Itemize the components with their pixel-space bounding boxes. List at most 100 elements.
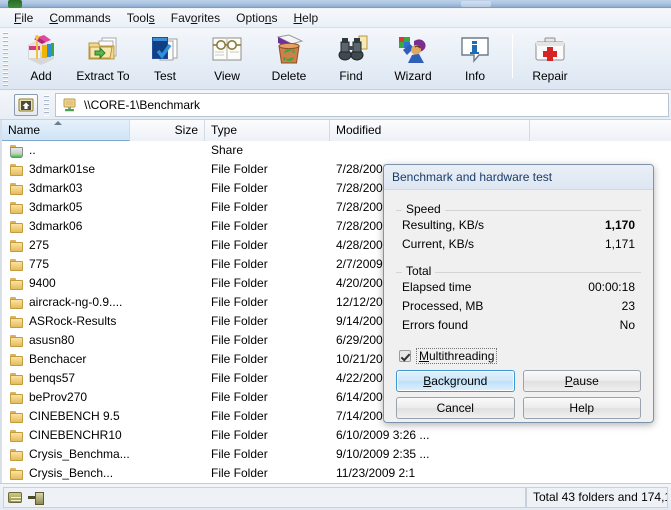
cell-type: File Folder [211, 409, 268, 423]
menu-item-file[interactable]: File [6, 9, 41, 27]
window-title-bar [0, 0, 671, 8]
toolbar-button-label: Repair [532, 69, 568, 83]
stat-value: No [619, 318, 635, 332]
cell-type: File Folder [211, 428, 268, 442]
address-path-text: \\CORE-1\Benchmark [84, 98, 201, 112]
file-name-text: beProv270 [29, 390, 88, 404]
winrar-window: File Commands Tools Favorites Options Help Ad… [0, 0, 671, 510]
dialog-groups: Speed Resulting, KB/s 1,170 Current, KB/s 1,… [396, 202, 641, 339]
folder-icon [10, 182, 24, 195]
folder-icon [10, 410, 24, 423]
add-archive-icon [24, 33, 58, 67]
folder-icon [10, 258, 24, 271]
file-row[interactable]: .. Share [2, 141, 671, 160]
file-name-text: 3dmark03 [29, 181, 83, 195]
file-row[interactable]: Crysis_Benchma... File Folder 9/10/2009 2:… [2, 445, 671, 464]
cell-size [130, 293, 205, 312]
file-name-text: aircrack-ng-0.9.... [29, 295, 123, 309]
toolbar-extract-to-button[interactable]: Extract To [72, 30, 134, 88]
up-one-level-button[interactable] [14, 94, 38, 116]
cell-name: ASRock-Results [2, 312, 130, 331]
cell-name: CINEBENCH 9.5 [2, 407, 130, 426]
cell-name: Crysis_Bench... [2, 464, 130, 482]
menu-item-help[interactable]: Help [285, 9, 326, 27]
stat-label: Resulting, KB/s [402, 218, 485, 232]
cell-size [130, 369, 205, 388]
column-header-modified[interactable]: Modified [330, 120, 530, 141]
test-icon [148, 33, 182, 67]
cell-name: Benchacer [2, 350, 130, 369]
cell-size [130, 179, 205, 198]
column-header-size[interactable]: Size [130, 120, 205, 141]
toolbar-find-button[interactable]: Find [320, 30, 382, 88]
toolbar-test-button[interactable]: Test [134, 30, 196, 88]
help-button[interactable]: Help [522, 397, 641, 419]
address-grip[interactable] [44, 95, 49, 116]
pause-button[interactable]: Pause [522, 370, 641, 392]
wizard-icon [396, 33, 430, 67]
cancel-button[interactable]: Cancel [396, 397, 515, 419]
toolbar-button-label: Wizard [394, 69, 432, 83]
folder-icon [10, 296, 24, 309]
menu-item-favorites[interactable]: Favorites [163, 9, 228, 27]
toolbar-button-label: Info [464, 69, 485, 83]
folder-icon [10, 239, 24, 252]
column-header-type[interactable]: Type [205, 120, 330, 141]
menu-item-tools[interactable]: Tools [119, 9, 163, 27]
cell-name: aircrack-ng-0.9.... [2, 293, 130, 312]
file-name-text: asusn80 [29, 333, 75, 347]
cell-size [130, 464, 205, 482]
cell-type: File Folder [211, 238, 268, 252]
cell-type: File Folder [211, 257, 268, 271]
stat-label: Elapsed time [402, 280, 472, 294]
toolbar-add-button[interactable]: Add [10, 30, 72, 88]
stat-label: Current, KB/s [402, 237, 475, 251]
file-row[interactable]: CINEBENCHR10 File Folder 6/10/2009 3:26 ..… [2, 426, 671, 445]
cell-modified [330, 141, 530, 160]
cell-name: 775 [2, 255, 130, 274]
cell-type: File Folder [211, 314, 268, 328]
cell-name: 3dmark05 [2, 198, 130, 217]
folder-icon [10, 201, 24, 214]
folder-icon [10, 391, 24, 404]
multithreading-row[interactable]: Multithreading [399, 348, 641, 364]
dialog-title: Benchmark and hardware test [384, 165, 653, 190]
cell-name: Crysis_Benchma... [2, 445, 130, 464]
menu-item-options[interactable]: Options [228, 9, 285, 27]
cell-type: File Folder [211, 447, 268, 461]
menu-item-commands[interactable]: Commands [41, 9, 118, 27]
cell-size [130, 331, 205, 350]
app-icon [8, 0, 22, 8]
toolbar-wizard-button[interactable]: Wizard [382, 30, 444, 88]
group-title: Speed [402, 202, 445, 216]
cell-name: 9400 [2, 274, 130, 293]
file-name-text: 3dmark01se [29, 162, 96, 176]
stat-value: 1,171 [604, 237, 635, 251]
stat-row: Resulting, KB/s 1,170 [398, 216, 639, 235]
multithreading-checkbox[interactable] [399, 350, 411, 362]
toolbar-repair-button[interactable]: Repair [519, 30, 581, 88]
file-name-text: CINEBENCHR10 [29, 428, 122, 442]
cell-size [130, 141, 205, 160]
folder-icon [10, 334, 24, 347]
cell-type: File Folder [211, 333, 268, 347]
view-icon [210, 33, 244, 67]
status-total-text: Total 43 folders and 174,14 [533, 490, 668, 504]
file-name-text: ASRock-Results [29, 314, 117, 328]
toolbar-grip[interactable] [3, 32, 8, 86]
toolbar-button-label: Find [339, 69, 363, 83]
cell-name: benqs57 [2, 369, 130, 388]
cell-name: 3dmark03 [2, 179, 130, 198]
column-header-name[interactable]: Name [2, 120, 130, 141]
address-path-box[interactable]: \\CORE-1\Benchmark [55, 93, 669, 117]
stat-row: Current, KB/s 1,171 [398, 235, 639, 254]
toolbar-view-button[interactable]: View [196, 30, 258, 88]
window-controls[interactable] [461, 1, 491, 7]
toolbar-delete-button[interactable]: Delete [258, 30, 320, 88]
folder-icon [10, 448, 24, 461]
cell-size [130, 236, 205, 255]
file-row[interactable]: Crysis_Bench... File Folder 11/23/2009 2:1 [2, 464, 671, 482]
toolbar-info-button[interactable]: Info [444, 30, 506, 88]
toolbar-buttons: Add Extract To Test View Delete Find Wiz… [10, 30, 581, 88]
background-button[interactable]: Background [396, 370, 515, 392]
